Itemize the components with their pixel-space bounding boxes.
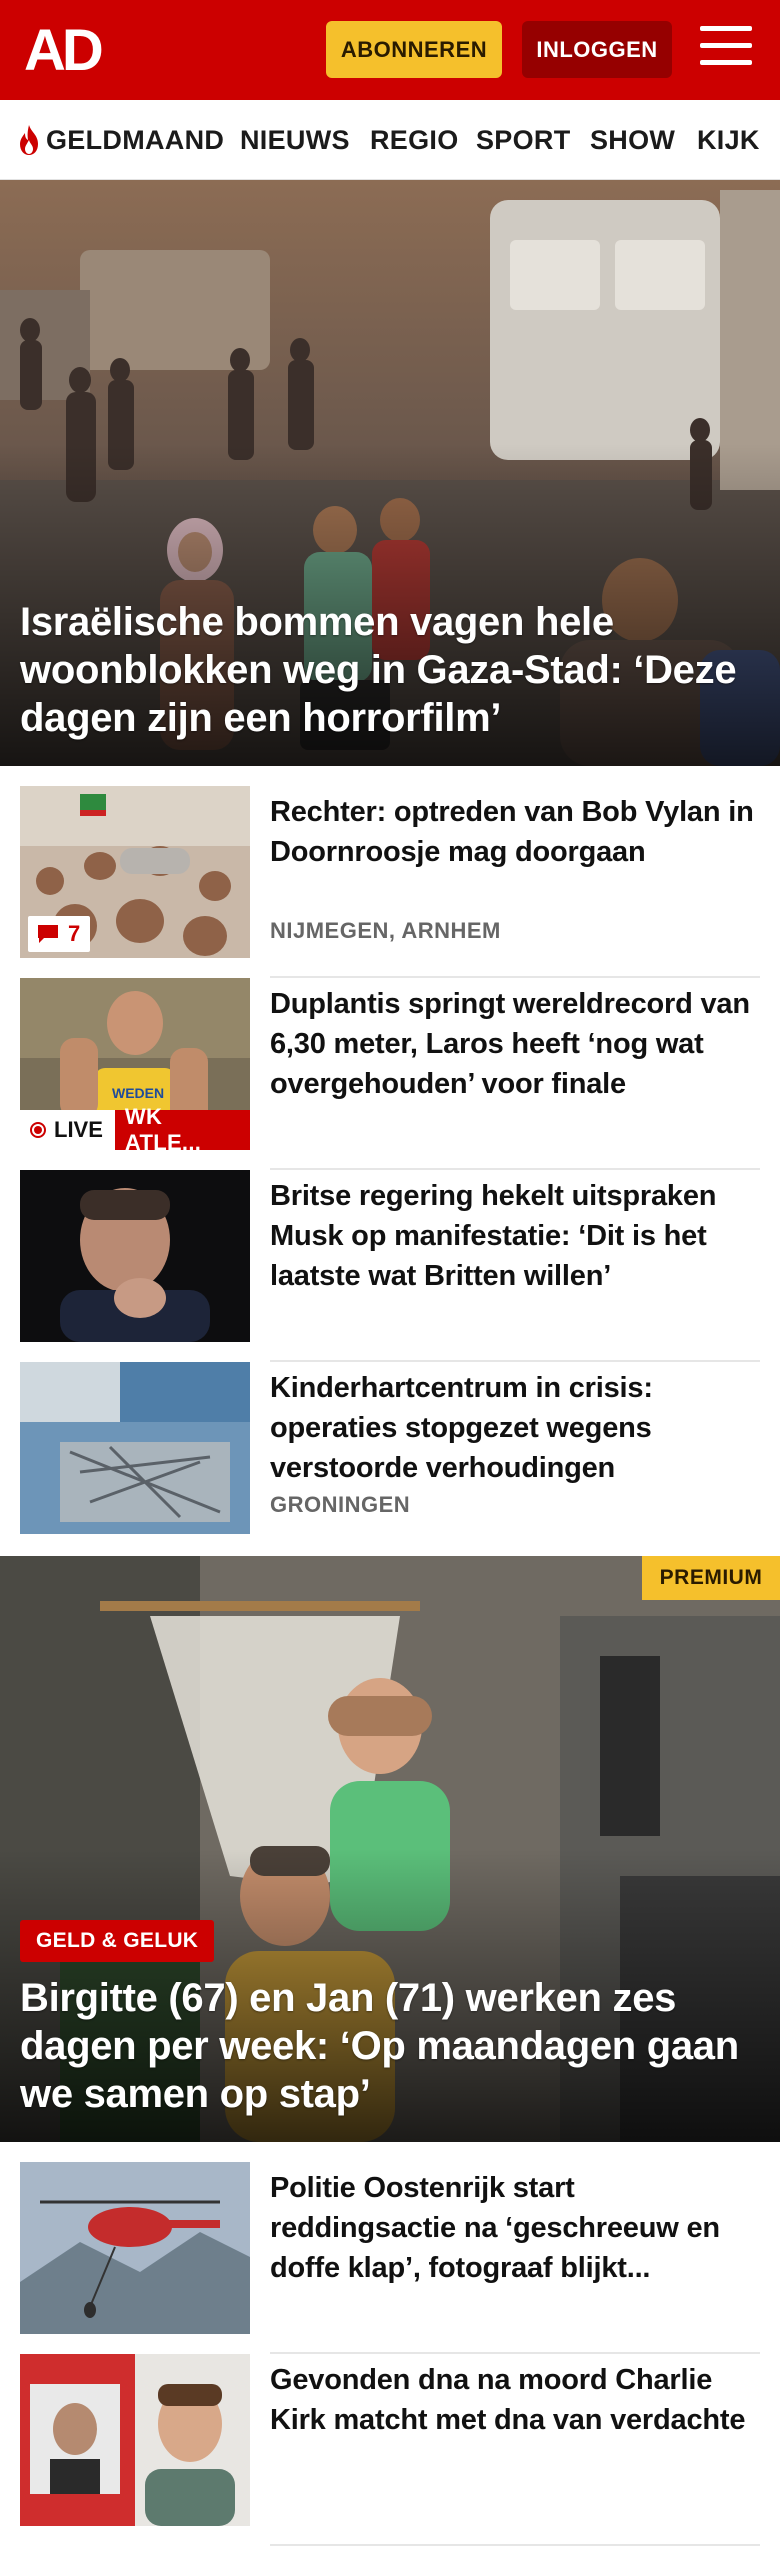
category-badge[interactable]: GELD & GELUK: [20, 1920, 215, 1962]
list-item[interactable]: WEDEN LIVE WK ATLE... Duplantis springt …: [20, 978, 760, 1170]
nav-item-nieuws[interactable]: NIEUWS: [240, 100, 350, 179]
nav-item-regio[interactable]: REGIO: [370, 100, 459, 179]
live-badge[interactable]: LIVE WK ATLE...: [20, 1104, 250, 1150]
flame-icon: [20, 125, 38, 155]
list-item[interactable]: Gevonden dna na moord Charlie Kirk match…: [20, 2354, 760, 2546]
article-location: NIJMEGEN, ARNHEM: [270, 918, 501, 943]
live-indicator-icon: [30, 1122, 46, 1138]
ad-logo[interactable]: AD: [24, 20, 116, 78]
article-title[interactable]: Britse regering hekelt uitspraken Musk o…: [270, 1176, 760, 1296]
portrait-photo: [20, 1170, 250, 1342]
site-header: AD ABONNEREN INLOGGEN: [0, 0, 780, 100]
article-title[interactable]: Gevonden dna na moord Charlie Kirk match…: [270, 2360, 760, 2440]
hero-story[interactable]: Israëlische bommen vagen hele woonblokke…: [0, 180, 780, 766]
list-item[interactable]: Kinderhartcentrum in crisis: operaties s…: [20, 1362, 760, 1554]
nav-label: GELDMAAND: [46, 124, 225, 155]
list-item[interactable]: Politie Oostenrijk start reddingsactie n…: [20, 2162, 760, 2354]
feature-headline[interactable]: Birgitte (67) en Jan (71) werken zes dag…: [20, 1974, 760, 2118]
nav-item-show[interactable]: SHOW: [590, 100, 675, 179]
portraits-photo: [20, 2354, 250, 2526]
nav-item-kijk[interactable]: KIJK: [697, 100, 760, 179]
event-tag: WK ATLE...: [114, 1104, 250, 1150]
hero-headline[interactable]: Israëlische bommen vagen hele woonblokke…: [20, 598, 760, 742]
divider: [270, 2544, 760, 2546]
svg-text:WEDEN: WEDEN: [112, 1085, 164, 1101]
article-thumbnail: [20, 2354, 250, 2526]
comment-icon: [38, 925, 58, 943]
comment-count: 7: [68, 921, 81, 946]
svg-text:AD: AD: [24, 20, 102, 78]
article-thumbnail: WEDEN LIVE WK ATLE...: [20, 978, 250, 1150]
hamburger-menu-icon[interactable]: [700, 26, 752, 72]
login-button[interactable]: INLOGGEN: [522, 21, 672, 78]
subscribe-button[interactable]: ABONNEREN: [326, 21, 502, 78]
section-nav: GELDMAAND NIEUWS REGIO SPORT SHOW KIJK: [0, 100, 780, 180]
comment-count-badge[interactable]: 7: [28, 916, 91, 952]
nav-item-sport[interactable]: SPORT: [476, 100, 571, 179]
article-thumbnail: [20, 1362, 250, 1534]
article-thumbnail: [20, 2162, 250, 2334]
article-title[interactable]: Politie Oostenrijk start reddingsactie n…: [270, 2168, 760, 2288]
article-title[interactable]: Kinderhartcentrum in crisis: operaties s…: [270, 1368, 760, 1488]
live-label: LIVE: [54, 1117, 103, 1142]
list-item[interactable]: 7 Rechter: optreden van Bob Vylan in Doo…: [20, 786, 760, 978]
surgical-instruments-photo: [20, 1362, 250, 1534]
list-item[interactable]: Britse regering hekelt uitspraken Musk o…: [20, 1170, 760, 1362]
article-title[interactable]: Rechter: optreden van Bob Vylan in Doorn…: [270, 792, 760, 872]
helicopter-photo: [20, 2162, 250, 2334]
article-list: 7 Rechter: optreden van Bob Vylan in Doo…: [0, 766, 780, 1556]
premium-badge: PREMIUM: [642, 1556, 780, 1600]
article-location: GRONINGEN: [270, 1492, 411, 1517]
article-thumbnail: [20, 1170, 250, 1342]
premium-feature-story[interactable]: PREMIUM GELD & GELUK Birgitte (67) en Ja…: [0, 1556, 780, 2142]
article-list-2: Politie Oostenrijk start reddingsactie n…: [0, 2142, 780, 2546]
article-thumbnail: 7: [20, 786, 250, 958]
nav-item-geldmaand[interactable]: GELDMAAND: [16, 100, 225, 179]
article-title[interactable]: Duplantis springt wereldrecord van 6,30 …: [270, 984, 760, 1104]
